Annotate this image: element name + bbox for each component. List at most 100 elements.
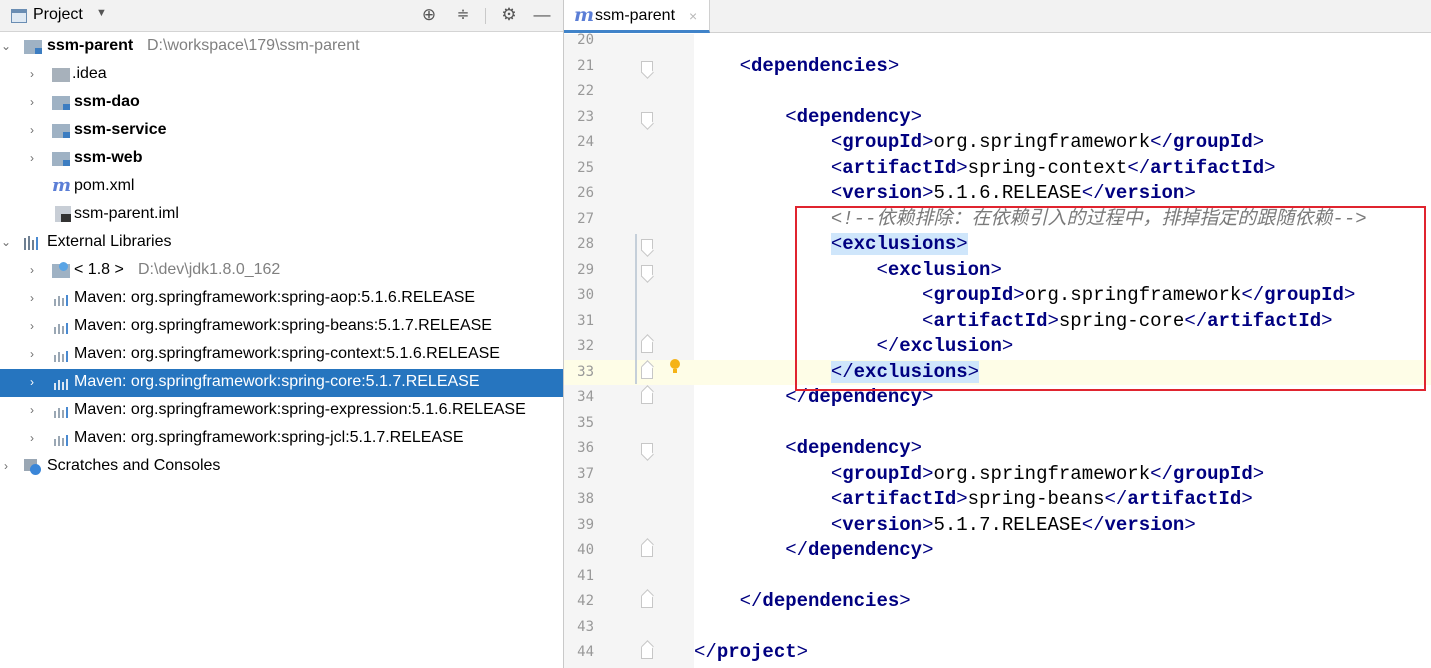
tree-item-library[interactable]: › Maven: org.springframework:spring-cont…	[0, 341, 563, 369]
close-icon[interactable]: ×	[689, 8, 697, 24]
line-number[interactable]: 35	[564, 411, 594, 436]
line-number[interactable]: 29	[564, 258, 594, 283]
code-line[interactable]	[694, 79, 1431, 104]
line-number[interactable]: 24	[564, 130, 594, 155]
line-number[interactable]: 42	[564, 589, 594, 614]
code-line[interactable]: <dependencies>	[694, 54, 1431, 79]
code-line[interactable]: <dependency>	[694, 436, 1431, 461]
chevron-right-icon[interactable]: ›	[26, 151, 38, 165]
line-number[interactable]: 43	[564, 615, 594, 640]
fold-collapse-icon[interactable]	[641, 111, 653, 124]
code-line[interactable]: </dependency>	[694, 538, 1431, 563]
chevron-right-icon[interactable]: ›	[26, 95, 38, 109]
line-number[interactable]: 20	[564, 28, 594, 53]
fold-end-icon[interactable]	[641, 392, 653, 404]
tree-item-label: Scratches and Consoles	[47, 457, 221, 474]
code-line[interactable]: <artifactId>spring-beans</artifactId>	[694, 487, 1431, 512]
line-number[interactable]: 39	[564, 513, 594, 538]
chevron-down-icon[interactable]: ▼	[96, 7, 107, 19]
fold-end-icon[interactable]	[641, 647, 653, 659]
code-line[interactable]: <version>5.1.6.RELEASE</version>	[694, 181, 1431, 206]
chevron-right-icon[interactable]: ›	[26, 123, 38, 137]
locate-icon[interactable]: ⊕	[418, 4, 440, 26]
module-folder-icon	[52, 96, 70, 110]
line-number[interactable]: 36	[564, 436, 594, 461]
tree-item-external-libraries[interactable]: ⌄ External Libraries	[0, 229, 563, 257]
module-folder-icon	[52, 124, 70, 138]
fold-collapse-icon[interactable]	[641, 239, 653, 251]
tree-item-ssm-web[interactable]: › ssm-web	[0, 145, 563, 173]
line-number[interactable]: 21	[564, 54, 594, 79]
iml-file-icon	[55, 206, 71, 222]
tree-item-label: Maven: org.springframework:spring-beans:…	[74, 317, 492, 334]
line-number[interactable]: 33	[564, 360, 594, 385]
fold-collapse-icon[interactable]	[641, 264, 653, 277]
code-line[interactable]: </dependencies>	[694, 589, 1431, 614]
tree-item-ssm-service[interactable]: › ssm-service	[0, 117, 563, 145]
code-line[interactable]	[694, 28, 1431, 53]
code-line[interactable]: <version>5.1.7.RELEASE</version>	[694, 513, 1431, 538]
maven-icon: m	[574, 4, 595, 26]
line-number[interactable]: 34	[564, 385, 594, 410]
line-number[interactable]: 32	[564, 334, 594, 359]
fold-collapse-icon[interactable]	[641, 443, 653, 455]
tree-item-pom-xml[interactable]: m pom.xml	[0, 173, 563, 201]
code-line[interactable]: <groupId>org.springframework</groupId>	[694, 130, 1431, 155]
line-number[interactable]: 22	[564, 79, 594, 104]
chevron-down-icon[interactable]: ⌄	[0, 39, 12, 53]
chevron-right-icon[interactable]: ›	[26, 403, 38, 417]
tree-item-scratches[interactable]: › Scratches and Consoles	[0, 453, 563, 481]
fold-end-icon[interactable]	[641, 545, 653, 557]
chevron-right-icon[interactable]: ›	[26, 291, 38, 305]
line-number[interactable]: 26	[564, 181, 594, 206]
gear-icon[interactable]: ⚙	[498, 4, 520, 26]
code-line[interactable]	[694, 411, 1431, 436]
tree-item-ssm-dao[interactable]: › ssm-dao	[0, 89, 563, 117]
library-jar-icon	[54, 350, 71, 362]
tree-item-label: Maven: org.springframework:spring-expres…	[74, 401, 526, 418]
chevron-right-icon[interactable]: ›	[26, 263, 38, 277]
chevron-right-icon[interactable]: ›	[26, 67, 38, 81]
code-line[interactable]: <artifactId>spring-context</artifactId>	[694, 156, 1431, 181]
fold-collapse-icon[interactable]	[641, 60, 653, 73]
tree-item-ssm-parent-iml[interactable]: ssm-parent.iml	[0, 201, 563, 229]
change-marker[interactable]	[635, 234, 637, 384]
fold-end-icon[interactable]	[641, 366, 653, 379]
line-number[interactable]: 38	[564, 487, 594, 512]
tree-item-library[interactable]: › Maven: org.springframework:spring-aop:…	[0, 285, 563, 313]
code-line[interactable]	[694, 564, 1431, 589]
tree-item-library[interactable]: › Maven: org.springframework:spring-expr…	[0, 397, 563, 425]
line-number[interactable]: 27	[564, 207, 594, 232]
chevron-right-icon[interactable]: ›	[26, 347, 38, 361]
tree-item-idea[interactable]: › .idea	[0, 61, 563, 89]
code-line[interactable]: <groupId>org.springframework</groupId>	[694, 462, 1431, 487]
tree-item-library[interactable]: › Maven: org.springframework:spring-bean…	[0, 313, 563, 341]
collapse-all-icon[interactable]: ≑	[452, 4, 474, 26]
code-line[interactable]	[694, 615, 1431, 640]
tree-item-jdk[interactable]: › < 1.8 > D:\dev\jdk1.8.0_162	[0, 257, 563, 285]
chevron-right-icon[interactable]: ›	[26, 319, 38, 333]
line-number[interactable]: 31	[564, 309, 594, 334]
lightbulb-icon[interactable]	[666, 358, 684, 378]
line-number[interactable]: 28	[564, 232, 594, 257]
chevron-right-icon[interactable]: ›	[26, 431, 38, 445]
line-number[interactable]: 37	[564, 462, 594, 487]
line-number[interactable]: 40	[564, 538, 594, 563]
line-number[interactable]: 23	[564, 105, 594, 130]
project-view-selector[interactable]: Project	[33, 6, 83, 24]
tree-item-library-selected[interactable]: › Maven: org.springframework:spring-core…	[0, 369, 563, 397]
fold-end-icon[interactable]	[641, 596, 653, 608]
line-number[interactable]: 41	[564, 564, 594, 589]
chevron-right-icon[interactable]: ›	[26, 375, 38, 389]
code-line[interactable]: </project>	[694, 640, 1431, 665]
hide-panel-icon[interactable]: —	[531, 4, 553, 26]
line-number[interactable]: 44	[564, 640, 594, 665]
chevron-right-icon[interactable]: ›	[0, 459, 12, 473]
chevron-down-icon[interactable]: ⌄	[0, 235, 12, 249]
code-line[interactable]: <dependency>	[694, 105, 1431, 130]
tree-item-library[interactable]: › Maven: org.springframework:spring-jcl:…	[0, 425, 563, 453]
line-number[interactable]: 30	[564, 283, 594, 308]
fold-end-icon[interactable]	[641, 341, 653, 353]
line-number[interactable]: 25	[564, 156, 594, 181]
tree-item-ssm-parent[interactable]: ⌄ ssm-parent D:\workspace\179\ssm-parent	[0, 33, 563, 61]
